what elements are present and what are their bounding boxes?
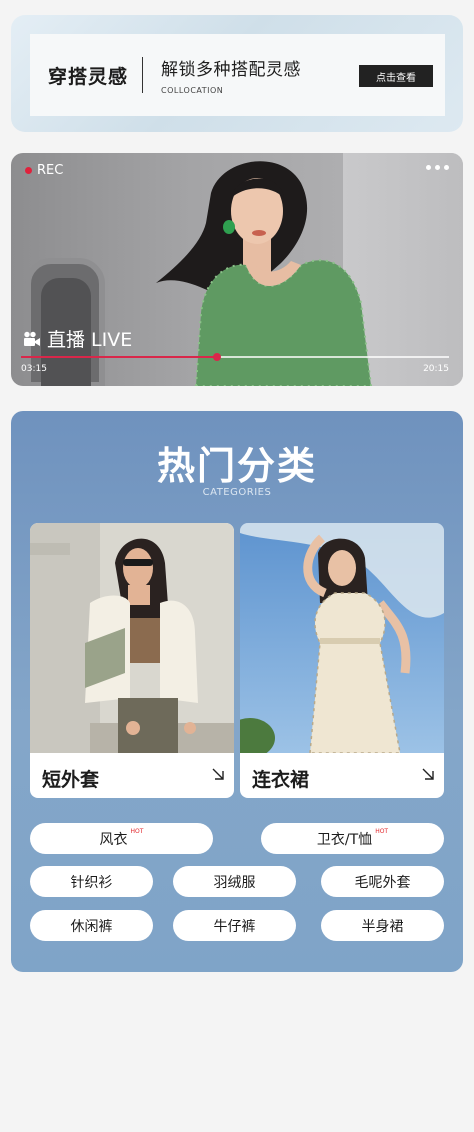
tag-wool-coat[interactable]: 毛呢外套 [321, 866, 444, 897]
tag-down-jacket[interactable]: 羽绒服 [173, 866, 296, 897]
banner-subtitle-en: COLLOCATION [161, 86, 224, 95]
time-total: 20:15 [423, 364, 449, 374]
banner-divider [142, 57, 144, 93]
tag-hoodie-tshirt[interactable]: 卫衣/T恤 HOT [261, 823, 444, 854]
live-label-text: 直播 LIVE [47, 329, 133, 351]
tag-casual-pants[interactable]: 休闲裤 [30, 910, 153, 941]
rec-dot-icon [25, 167, 32, 174]
tag-windbreaker[interactable]: 风衣 HOT [30, 823, 213, 854]
hot-badge: HOT [130, 828, 144, 835]
tag-knitwear[interactable]: 针织衫 [30, 866, 153, 897]
tag-label: 半身裙 [361, 918, 404, 935]
tag-jeans[interactable]: 牛仔裤 [173, 910, 296, 941]
arrow-down-right-icon [212, 768, 224, 780]
banner-panel: 穿搭灵感 解锁多种搭配灵感 COLLOCATION 点击查看 [30, 34, 445, 116]
live-model-image [156, 161, 373, 386]
view-button[interactable]: 点击查看 [359, 65, 433, 87]
tag-skirt[interactable]: 半身裙 [321, 910, 444, 941]
collocation-banner: 穿搭灵感 解锁多种搭配灵感 COLLOCATION 点击查看 [11, 15, 463, 132]
category-card-dress[interactable]: 连衣裙 [240, 523, 444, 798]
arrow-down-right-icon [422, 768, 434, 780]
video-camera-icon [24, 331, 40, 346]
dress-image [240, 523, 444, 753]
tag-label: 牛仔裤 [213, 918, 256, 935]
live-video-player[interactable]: REC 直播 LIVE 03:15 20:15 [11, 153, 463, 386]
categories-title: 热门分类 [156, 444, 317, 488]
progress-knob[interactable] [212, 353, 221, 361]
live-label: 直播 LIVE [23, 325, 132, 352]
more-options-icon[interactable] [426, 165, 449, 170]
hot-categories-panel: 热门分类 CATEGORIES 短外套 连衣裙 风衣 HOT 卫衣/T恤 HOT… [11, 411, 463, 972]
tag-label: 针织衫 [70, 874, 113, 891]
tag-label: 卫衣/T恤 [316, 831, 373, 848]
categories-title-en: CATEGORIES [202, 487, 272, 498]
tag-label: 休闲裤 [70, 918, 113, 935]
time-current: 03:15 [21, 364, 47, 374]
rec-indicator: REC [25, 163, 63, 178]
hot-badge: HOT [375, 828, 389, 835]
category-card-label: 连衣裙 [252, 769, 310, 791]
category-card-short-jacket[interactable]: 短外套 [30, 523, 234, 798]
tag-label: 风衣 [99, 831, 128, 848]
video-progress-bar[interactable] [21, 353, 449, 361]
category-card-label: 短外套 [42, 769, 100, 791]
banner-subtitle: 解锁多种搭配灵感 [161, 60, 302, 80]
tag-label: 毛呢外套 [354, 874, 411, 891]
tag-label: 羽绒服 [213, 874, 256, 891]
short-jacket-image [30, 523, 234, 753]
banner-title: 穿搭灵感 [48, 65, 129, 88]
rec-label: REC [37, 163, 64, 178]
progress-fill [21, 356, 217, 358]
banner-text-group: 解锁多种搭配灵感 COLLOCATION [161, 55, 301, 95]
